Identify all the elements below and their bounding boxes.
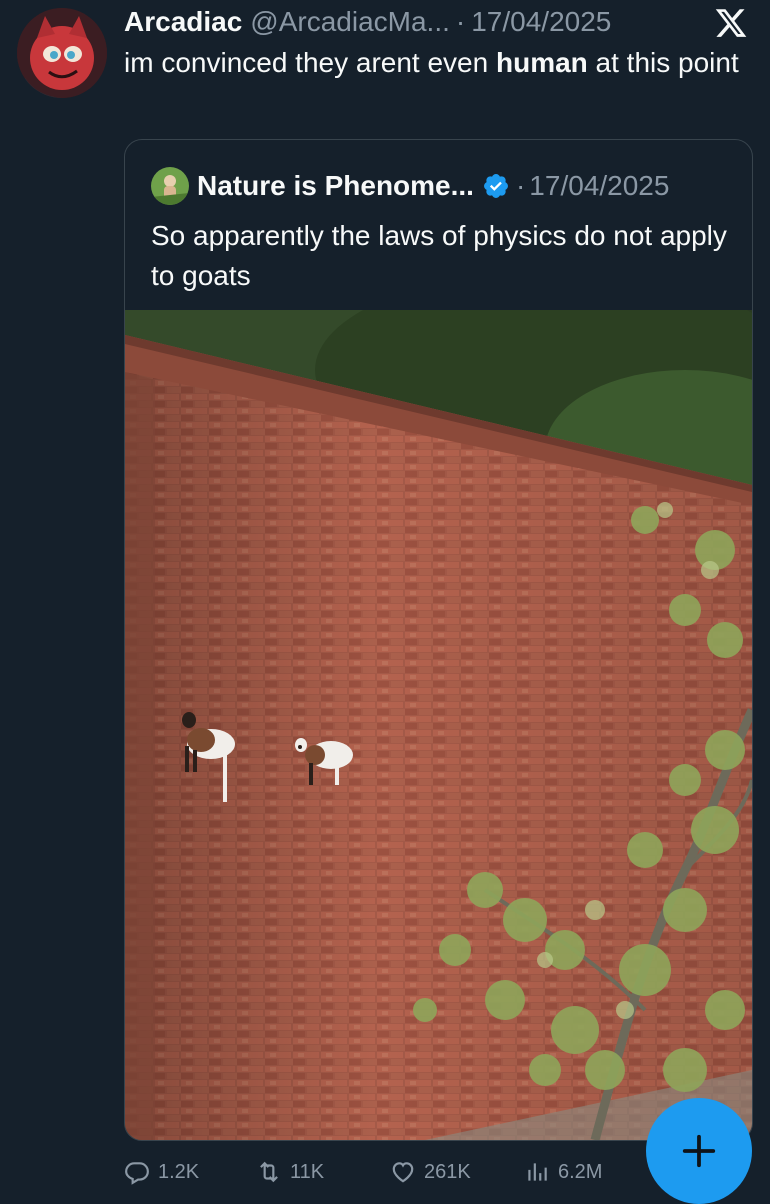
repost-button[interactable]: 11K	[256, 1152, 324, 1192]
quoted-author-name[interactable]: Nature is Phenome...	[197, 170, 474, 202]
reply-count: 1.2K	[158, 1160, 200, 1183]
tweet-date[interactable]: 17/04/2025	[471, 4, 611, 40]
author-avatar[interactable]	[17, 8, 107, 98]
views-button[interactable]: 6.2M	[524, 1152, 602, 1192]
x-logo-icon	[714, 6, 748, 40]
views-count: 6.2M	[558, 1160, 603, 1183]
separator-dot: ·	[515, 170, 526, 201]
goats-on-wall-photo	[125, 270, 752, 1140]
views-chart-icon	[528, 1163, 547, 1181]
reply-button[interactable]: 1.2K	[124, 1152, 199, 1192]
quoted-tweet-header: Nature is Phenome... · 17/04/2025	[197, 168, 669, 204]
quoted-author-avatar[interactable]	[151, 167, 189, 205]
verified-badge-icon	[484, 174, 508, 198]
repost-count: 11K	[290, 1160, 325, 1183]
tweet-text-bold: human	[495, 47, 588, 78]
tweet-action-bar: 1.2K 11K 261K 6.2M	[124, 1152, 644, 1192]
quoted-tweet-date[interactable]: 17/04/2025	[529, 170, 669, 202]
tweet-header: Arcadiac @ArcadiacMa... · 17/04/2025	[124, 4, 611, 40]
like-button[interactable]: 261K	[390, 1152, 471, 1192]
plus-icon	[682, 1134, 716, 1168]
quoted-tweet-text: So apparently the laws of physics do not…	[151, 220, 727, 291]
author-avatar-image	[17, 8, 107, 98]
reply-icon	[125, 1162, 149, 1185]
separator-dot: ·	[455, 6, 466, 37]
tweet-text-part: im convinced they arent even	[124, 47, 496, 78]
repost-icon	[260, 1161, 278, 1183]
quoted-tweet-card[interactable]: Nature is Phenome... · 17/04/2025 So app…	[124, 139, 753, 1141]
author-name[interactable]: Arcadiac	[124, 4, 242, 40]
author-handle[interactable]: @ArcadiacMa...	[250, 4, 450, 40]
heart-icon	[392, 1162, 414, 1183]
quoted-author-avatar-image	[151, 167, 189, 205]
like-count: 261K	[424, 1160, 471, 1183]
tweet-text-part: at this point	[587, 47, 739, 78]
tweet-text: im convinced they arent even human at th…	[124, 44, 744, 82]
quoted-tweet-photo[interactable]	[125, 270, 752, 1140]
compose-button[interactable]	[646, 1098, 752, 1204]
